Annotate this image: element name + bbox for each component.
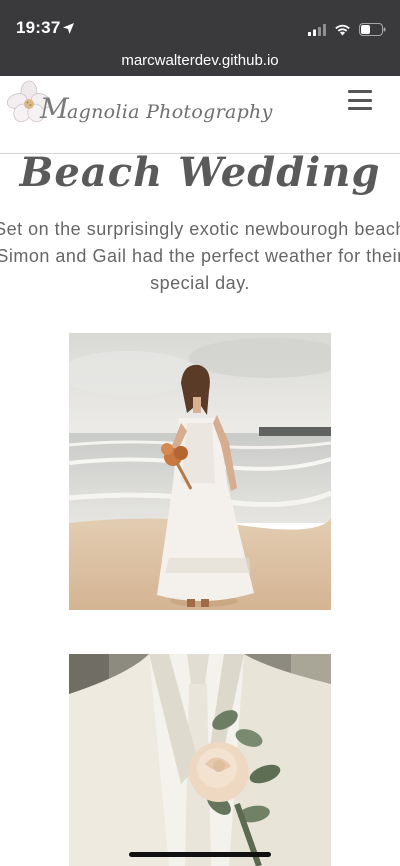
logo-name: agnolia Photography	[66, 101, 273, 123]
status-icons	[308, 21, 386, 40]
battery-icon	[359, 21, 386, 40]
menu-bar	[348, 107, 372, 110]
groom-boutonniere-photo[interactable]	[69, 654, 331, 866]
status-bar: 19:37	[0, 0, 400, 46]
page-title: Beach Wedding	[19, 149, 381, 196]
cellular-signal-icon	[308, 21, 326, 40]
wifi-icon	[334, 21, 351, 40]
bride-on-beach-photo[interactable]	[69, 333, 331, 610]
status-time: 19:37	[16, 18, 61, 37]
menu-bar	[348, 90, 372, 93]
logo-initial: M	[40, 92, 69, 125]
page-description: Set on the surprisingly exotic newbourog…	[0, 219, 400, 293]
menu-bar	[348, 98, 372, 102]
home-indicator[interactable]	[129, 852, 271, 857]
address-bar[interactable]: marcwalterdev.github.io	[0, 46, 400, 76]
location-arrow-icon	[62, 20, 75, 39]
site-logo-text[interactable]: Magnolia Photography	[40, 92, 273, 125]
hamburger-menu-icon[interactable]	[348, 90, 372, 110]
